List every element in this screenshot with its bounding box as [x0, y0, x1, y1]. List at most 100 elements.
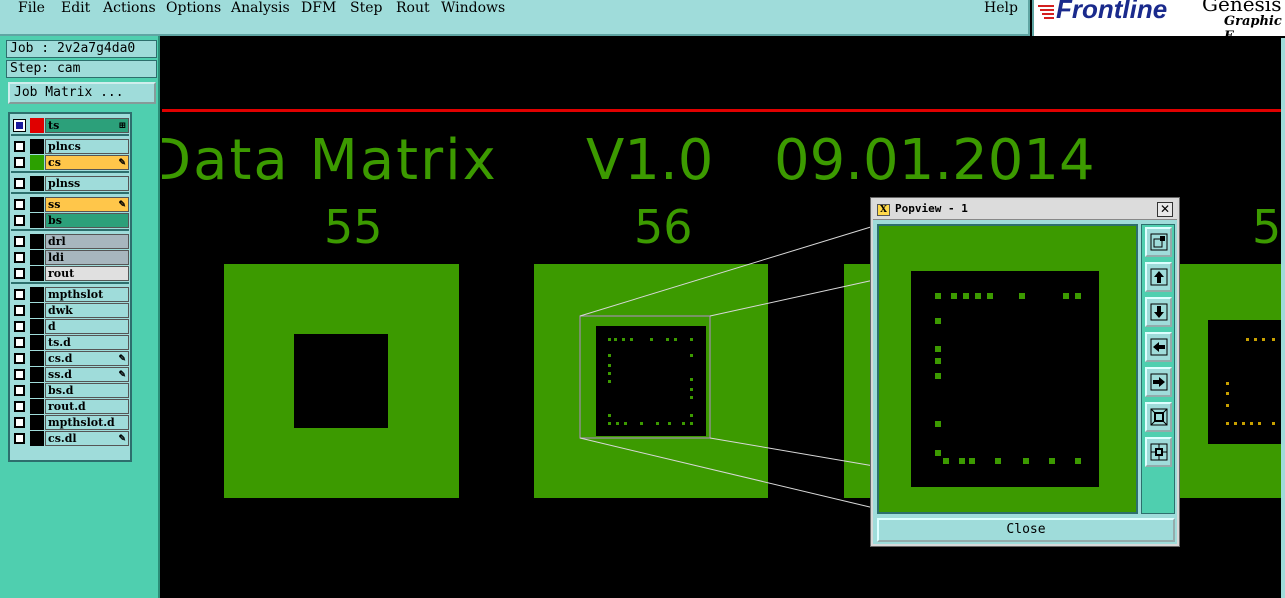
layer-color-swatch[interactable]: [30, 415, 44, 430]
layer-row-ss-d[interactable]: ss.d ✎: [11, 367, 129, 382]
menu-options[interactable]: Options: [166, 0, 221, 16]
layer-checkbox[interactable]: [14, 236, 25, 247]
layer-checkbox[interactable]: [14, 417, 25, 428]
job-field[interactable]: Job : 2v2a7g4da0: [6, 40, 157, 58]
layer-name[interactable]: cs.dl ✎: [45, 431, 129, 446]
menu-actions[interactable]: Actions: [103, 0, 156, 16]
layer-row-rout[interactable]: rout: [11, 266, 129, 281]
layer-row-plncs[interactable]: plncs: [11, 139, 129, 154]
layer-row-cs-dl[interactable]: cs.dl ✎: [11, 431, 129, 446]
layer-checkbox[interactable]: [14, 157, 25, 168]
layer-row-ldi[interactable]: ldi: [11, 250, 129, 265]
layer-color-swatch[interactable]: [30, 399, 44, 414]
layer-row-dwk[interactable]: dwk: [11, 303, 129, 318]
layer-color-swatch[interactable]: [30, 234, 44, 249]
menu-windows[interactable]: Windows: [441, 0, 505, 16]
layer-checkbox[interactable]: [14, 252, 25, 263]
layer-name[interactable]: rout: [45, 266, 129, 281]
menu-step[interactable]: Step: [350, 0, 382, 16]
canvas-right-scrollbar[interactable]: [1281, 38, 1285, 598]
layer-checkbox[interactable]: [14, 353, 25, 364]
layer-row-mpthslot-d[interactable]: mpthslot.d: [11, 415, 129, 430]
pan-right-button[interactable]: [1145, 367, 1172, 397]
menu-help[interactable]: Help: [984, 0, 1018, 16]
layer-color-swatch[interactable]: [30, 197, 44, 212]
layer-row-rout-d[interactable]: rout.d: [11, 399, 129, 414]
layer-checkbox[interactable]: [14, 433, 25, 444]
layer-name[interactable]: bs: [45, 213, 129, 228]
layer-color-swatch[interactable]: [30, 287, 44, 302]
layer-checkbox[interactable]: [14, 321, 25, 332]
layer-row-bs-d[interactable]: bs.d: [11, 383, 129, 398]
layer-color-swatch[interactable]: [30, 155, 44, 170]
layer-checkbox[interactable]: [14, 178, 25, 189]
layer-checkbox[interactable]: [14, 401, 25, 412]
layer-name[interactable]: cs ✎: [45, 155, 129, 170]
layer-checkbox[interactable]: [14, 199, 25, 210]
layer-row-cs-d[interactable]: cs.d ✎: [11, 351, 129, 366]
layer-row-ts[interactable]: ts ⊞: [11, 118, 129, 133]
layer-color-swatch[interactable]: [30, 319, 44, 334]
layer-name[interactable]: ts.d: [45, 335, 129, 350]
menu-edit[interactable]: Edit: [61, 0, 90, 16]
layer-row-plnss[interactable]: plnss: [11, 176, 129, 191]
layer-name[interactable]: plncs: [45, 139, 129, 154]
layer-checkbox[interactable]: [13, 119, 26, 132]
layer-color-swatch[interactable]: [30, 431, 44, 446]
pan-left-button[interactable]: [1145, 332, 1172, 362]
layer-checkbox[interactable]: [14, 141, 25, 152]
layer-name[interactable]: rout.d: [45, 399, 129, 414]
layer-name[interactable]: ldi: [45, 250, 129, 265]
layer-checkbox[interactable]: [14, 337, 25, 348]
zoom-fit-button[interactable]: [1145, 227, 1172, 257]
layer-row-cs[interactable]: cs ✎: [11, 155, 129, 170]
layer-name[interactable]: ss ✎: [45, 197, 129, 212]
layer-color-swatch[interactable]: [30, 335, 44, 350]
close-icon[interactable]: ✕: [1157, 202, 1173, 217]
layer-checkbox[interactable]: [14, 289, 25, 300]
zoom-out-button[interactable]: [1145, 437, 1172, 467]
layer-color-swatch[interactable]: [30, 303, 44, 318]
layer-color-swatch[interactable]: [30, 139, 44, 154]
layer-color-swatch[interactable]: [30, 383, 44, 398]
layer-color-swatch[interactable]: [30, 250, 44, 265]
layer-name[interactable]: d: [45, 319, 129, 334]
pan-up-button[interactable]: [1145, 262, 1172, 292]
layer-row-d[interactable]: d: [11, 319, 129, 334]
menu-rout[interactable]: Rout: [396, 0, 430, 16]
layer-checkbox[interactable]: [14, 268, 25, 279]
layer-row-drl[interactable]: drl: [11, 234, 129, 249]
layer-color-swatch[interactable]: [30, 213, 44, 228]
popview-zoom-area[interactable]: [877, 224, 1138, 514]
zoom-in-button[interactable]: [1145, 402, 1172, 432]
layer-name[interactable]: plnss: [45, 176, 129, 191]
menu-dfm[interactable]: DFM: [301, 0, 336, 16]
menu-file[interactable]: File: [18, 0, 45, 16]
layer-name[interactable]: cs.d ✎: [45, 351, 129, 366]
layer-name[interactable]: drl: [45, 234, 129, 249]
layer-color-swatch[interactable]: [30, 176, 44, 191]
layer-color-swatch[interactable]: [30, 351, 44, 366]
layer-checkbox[interactable]: [14, 385, 25, 396]
layer-name[interactable]: mpthslot.d: [45, 415, 129, 430]
layer-name[interactable]: ts ⊞: [45, 118, 129, 133]
popview-titlebar[interactable]: X Popview - 1 ✕: [873, 200, 1177, 220]
layer-color-swatch[interactable]: [30, 266, 44, 281]
layer-checkbox[interactable]: [14, 305, 25, 316]
layer-name[interactable]: dwk: [45, 303, 129, 318]
layer-color-swatch[interactable]: [30, 118, 44, 133]
pan-down-button[interactable]: [1145, 297, 1172, 327]
layer-color-swatch[interactable]: [30, 367, 44, 382]
layer-checkbox[interactable]: [14, 215, 25, 226]
layer-row-mpthslot[interactable]: mpthslot: [11, 287, 129, 302]
layer-name[interactable]: mpthslot: [45, 287, 129, 302]
close-button[interactable]: Close: [877, 518, 1175, 542]
layer-name[interactable]: ss.d ✎: [45, 367, 129, 382]
step-field[interactable]: Step: cam: [6, 60, 157, 78]
layer-row-bs[interactable]: bs: [11, 213, 129, 228]
layer-row-ts-d[interactable]: ts.d: [11, 335, 129, 350]
layer-name[interactable]: bs.d: [45, 383, 129, 398]
job-matrix-button[interactable]: Job Matrix ...: [8, 82, 156, 104]
layer-row-ss[interactable]: ss ✎: [11, 197, 129, 212]
layer-checkbox[interactable]: [14, 369, 25, 380]
